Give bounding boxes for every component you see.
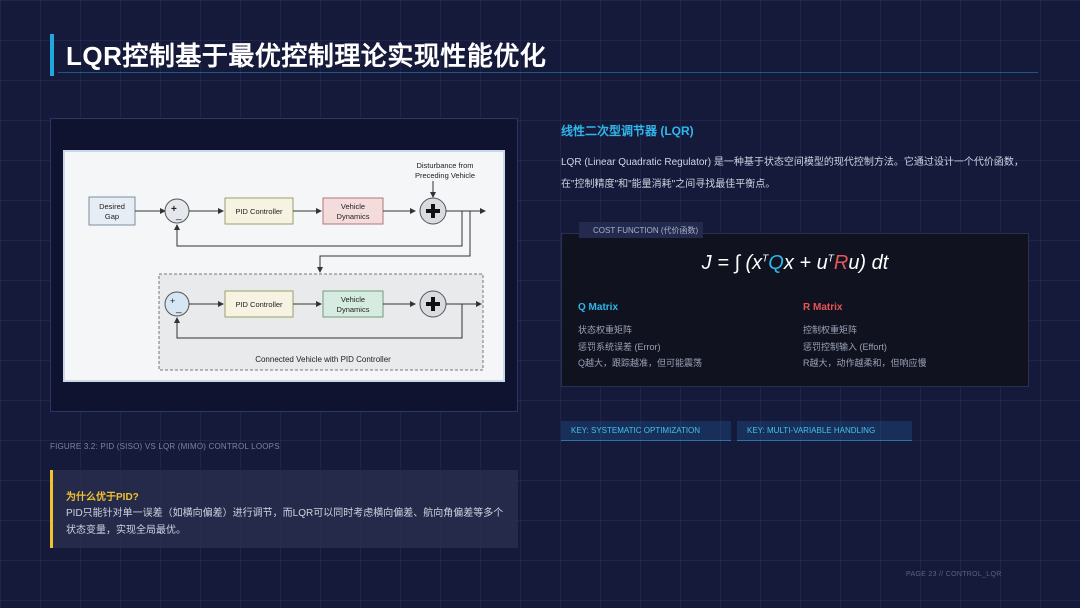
plus-bar <box>431 204 435 218</box>
feedback-line <box>174 211 463 247</box>
key-tag-optimization: KEY: SYSTEMATIC OPTIMIZATION <box>561 421 731 441</box>
why-title: 为什么优于PID? <box>66 492 139 503</box>
q-matrix-title: Q Matrix <box>578 302 619 313</box>
figure-caption: FIGURE 3.2: PID (SISO) VS LQR (MIMO) CON… <box>50 442 280 451</box>
page-title: LQR控制基于最优控制理论实现性能优化 <box>66 41 547 71</box>
why-accent-bar <box>50 470 53 548</box>
q-matrix-line: Q越大，跟踪越准，但可能震荡 <box>578 358 703 368</box>
key-tag-multivariable: KEY: MULTI-VARIABLE HANDLING <box>737 421 912 441</box>
formula-q: Q <box>768 252 784 274</box>
vehicle-dynamics-label-1: Vehicle <box>341 295 365 304</box>
sum-minus-sign: _ <box>175 210 182 221</box>
r-matrix-line: R越大，动作越柔和，但响应慢 <box>803 358 927 368</box>
lqr-description: LQR (Linear Quadratic Regulator) 是一种基于状态… <box>561 157 1024 190</box>
control-loop-diagram: Desired Gap + _ PID Controller Vehicle D… <box>88 161 486 371</box>
title-divider <box>58 72 1038 73</box>
r-matrix-line: 控制权重矩阵 <box>803 325 858 335</box>
q-matrix-line: 状态权重矩阵 <box>578 325 633 335</box>
vehicle-dynamics-label-2: Dynamics <box>337 305 370 314</box>
desired-gap-label-1: Desired <box>99 202 125 211</box>
vehicle-dynamics-label-2: Dynamics <box>337 212 370 221</box>
cost-formula: J = ∫ (xTQx + uTRu) dt <box>561 252 1029 275</box>
pid-controller-label: PID Controller <box>235 207 283 216</box>
title-accent-bar <box>50 34 54 76</box>
desired-gap-label-2: Gap <box>105 212 119 221</box>
vehicle-dynamics-label-1: Vehicle <box>341 202 365 211</box>
pid-controller-label: PID Controller <box>235 300 283 309</box>
sum-minus-sign: _ <box>175 303 182 314</box>
lqr-heading: 线性二次型调节器 (LQR) <box>561 124 694 138</box>
diagram-card: Desired Gap + _ PID Controller Vehicle D… <box>63 150 505 382</box>
r-matrix-title: R Matrix <box>803 302 843 313</box>
formula-mid: x + u <box>783 252 828 274</box>
connected-vehicle-label: Connected Vehicle with PID Controller <box>255 355 391 364</box>
plus-bar <box>431 297 435 311</box>
q-matrix-line: 惩罚系统误差 (Error) <box>578 342 661 352</box>
disturbance-label-2: Preceding Vehicle <box>415 171 475 180</box>
cost-function-label: COST FUNCTION (代价函数) <box>593 226 699 235</box>
r-matrix-line: 惩罚控制输入 (Effort) <box>803 342 887 352</box>
sum-plus-sign: + <box>170 296 175 306</box>
page-footer: PAGE 23 // CONTROL_LQR <box>906 571 1002 578</box>
formula-prefix: J = ∫ (x <box>701 252 763 274</box>
why-body: PID只能针对单一误差（如横向偏差）进行调节，而LQR可以同时考虑横向偏差、航向… <box>66 508 504 536</box>
formula-r: R <box>833 252 849 274</box>
disturbance-label-1: Disturbance from <box>416 161 473 170</box>
formula-suffix: u) dt <box>848 252 889 274</box>
